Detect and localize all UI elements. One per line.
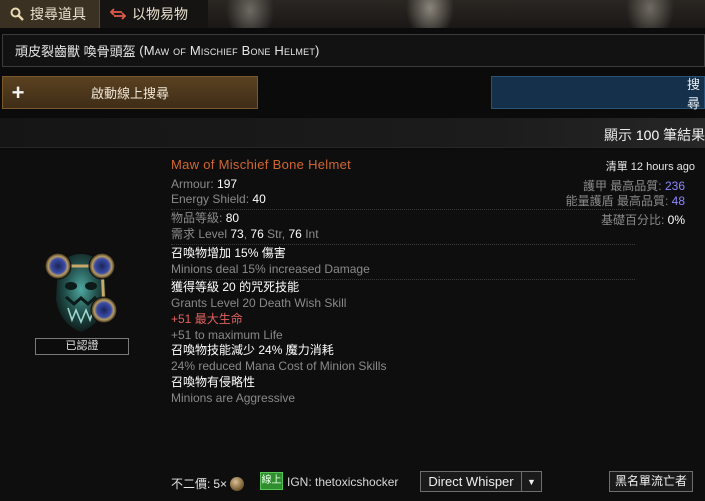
es-max-label: 能量護盾 最高品質: bbox=[565, 194, 669, 208]
energy-shield-value: 40 bbox=[252, 192, 266, 206]
mod-en: 24% reduced Mana Cost of Minion Skills bbox=[171, 359, 387, 373]
base-percentile-label: 基礎百分比: bbox=[600, 213, 665, 227]
mod-text: 召喚物技能減少 bbox=[171, 343, 256, 357]
armour-value: 197 bbox=[217, 177, 238, 191]
item-level-label: 物品等級: bbox=[171, 211, 223, 225]
tab-search-items[interactable]: 搜尋道具 bbox=[0, 0, 100, 28]
tab-bulk-exchange[interactable]: 以物易物 bbox=[100, 0, 208, 28]
mod-text: 獲得等級 bbox=[171, 280, 220, 294]
block-exile-button[interactable]: 黑名單流亡者 bbox=[609, 471, 693, 492]
results-count: 顯示 100 筆結果 bbox=[604, 125, 705, 145]
item-name-search-field[interactable]: 頑皮裂齒獸 喚骨頭盔 (Maw of Mischief Bone Helmet) bbox=[2, 34, 705, 67]
mod-en: Minions are Aggressive bbox=[171, 391, 296, 405]
mod-value: 24% bbox=[258, 343, 283, 357]
exchange-arrows-icon bbox=[110, 7, 126, 21]
required-str-label: Str, bbox=[267, 227, 286, 241]
tab-search-label: 搜尋道具 bbox=[30, 6, 86, 22]
price-value: 5× bbox=[213, 476, 228, 491]
energy-shield-label: Energy Shield: bbox=[171, 192, 250, 206]
chevron-down-icon[interactable]: ▼ bbox=[521, 472, 541, 491]
results-header: 顯示 100 筆結果 bbox=[0, 118, 705, 148]
mod-en: Grants Level 20 Death Wish Skill bbox=[171, 296, 347, 310]
mod-zh: 獲得等級 20 的咒死技能 bbox=[171, 280, 299, 296]
armour-max-label: 護甲 最高品質: bbox=[582, 179, 662, 193]
item-title[interactable]: Maw of Mischief Bone Helmet bbox=[171, 157, 351, 173]
divider bbox=[171, 209, 635, 210]
item-level-value: 80 bbox=[225, 211, 240, 225]
mod-zh: 召喚物技能減少 24% 魔力消耗 bbox=[171, 343, 334, 359]
item-name-en: (Maw of Mischief Bone Helmet) bbox=[139, 43, 320, 58]
results-count-prefix: 顯示 bbox=[604, 127, 632, 143]
results-count-value: 100 bbox=[635, 127, 660, 143]
seller-ign[interactable]: IGN: thetoxicshocker bbox=[287, 475, 398, 489]
armour-max-value: 236 bbox=[664, 179, 685, 193]
es-max-value: 48 bbox=[671, 194, 685, 208]
price-label: 不二價: bbox=[171, 477, 211, 491]
requirements-line: 需求 Level 73, 76 Str, 76 Int bbox=[171, 227, 319, 241]
price: 不二價: 5× bbox=[171, 475, 245, 492]
item-image-column: 已認證 bbox=[0, 150, 165, 501]
online-status-badge: 線上 bbox=[260, 472, 283, 490]
mod-text: 魔力消耗 bbox=[285, 343, 334, 357]
mod-text: 召喚物增加 bbox=[171, 246, 232, 260]
mod-zh-life: +51 最大生命 bbox=[171, 312, 243, 326]
listed-time: 清單 12 hours ago bbox=[606, 158, 695, 174]
search-button[interactable]: 搜尋 bbox=[491, 76, 705, 111]
search-icon bbox=[10, 7, 24, 21]
direct-whisper-button[interactable]: Direct Whisper ▼ bbox=[420, 471, 542, 492]
listing-footer: 不二價: 5× 線上 IGN: thetoxicshocker Direct W… bbox=[0, 470, 705, 494]
mod-value: 20 bbox=[222, 280, 236, 294]
required-int-label: Int bbox=[305, 227, 319, 241]
energy-shield-line: Energy Shield: 40 bbox=[171, 192, 266, 208]
mod-value: 15% bbox=[234, 246, 259, 260]
tab-exchange-label: 以物易物 bbox=[132, 6, 188, 22]
es-max-quality: 能量護盾 最高品質: 48 bbox=[566, 192, 685, 209]
search-button-label: 搜尋 bbox=[687, 76, 701, 111]
base-percentile: 基礎百分比: 0% bbox=[601, 211, 685, 228]
listed-label: 清單 bbox=[605, 161, 628, 173]
result-row: 已認證 Maw of Mischief Bone Helmet Armour: … bbox=[0, 150, 705, 501]
mod-en: Minions deal 15% increased Damage bbox=[171, 262, 370, 276]
verified-badge: 已認證 bbox=[35, 338, 129, 355]
listed-time-value: 12 hours ago bbox=[630, 161, 695, 173]
item-name-zh: 頑皮裂齒獸 喚骨頭盔 bbox=[15, 44, 136, 59]
armour-label: Armour: bbox=[171, 177, 214, 191]
mod-zh: 召喚物增加 15% 傷害 bbox=[171, 246, 286, 262]
required-str: 76 bbox=[250, 227, 264, 241]
required-level: 73 bbox=[230, 227, 244, 241]
live-search-button[interactable]: + 啟動線上搜尋 bbox=[2, 76, 258, 109]
mod-text: 的咒死技能 bbox=[239, 280, 300, 294]
base-percentile-value: 0% bbox=[667, 213, 685, 227]
whisper-label: Direct Whisper bbox=[428, 474, 514, 489]
results-count-suffix: 筆結果 bbox=[663, 127, 705, 143]
exalted-orb-icon bbox=[230, 476, 245, 491]
mod-text: 傷害 bbox=[261, 246, 286, 260]
armour-line: Armour: 197 bbox=[171, 177, 237, 193]
requirements-label: 需求 Level bbox=[171, 227, 228, 241]
mod-zh: 召喚物有侵略性 bbox=[171, 375, 256, 389]
mod-en: +51 to maximum Life bbox=[171, 328, 283, 342]
divider bbox=[171, 244, 635, 245]
plus-icon: + bbox=[11, 79, 25, 105]
bone-helmet-icon bbox=[36, 242, 126, 337]
item-level-line: 物品等級: 80 bbox=[171, 211, 239, 227]
required-int: 76 bbox=[288, 227, 302, 241]
live-search-label: 啟動線上搜尋 bbox=[90, 86, 169, 101]
